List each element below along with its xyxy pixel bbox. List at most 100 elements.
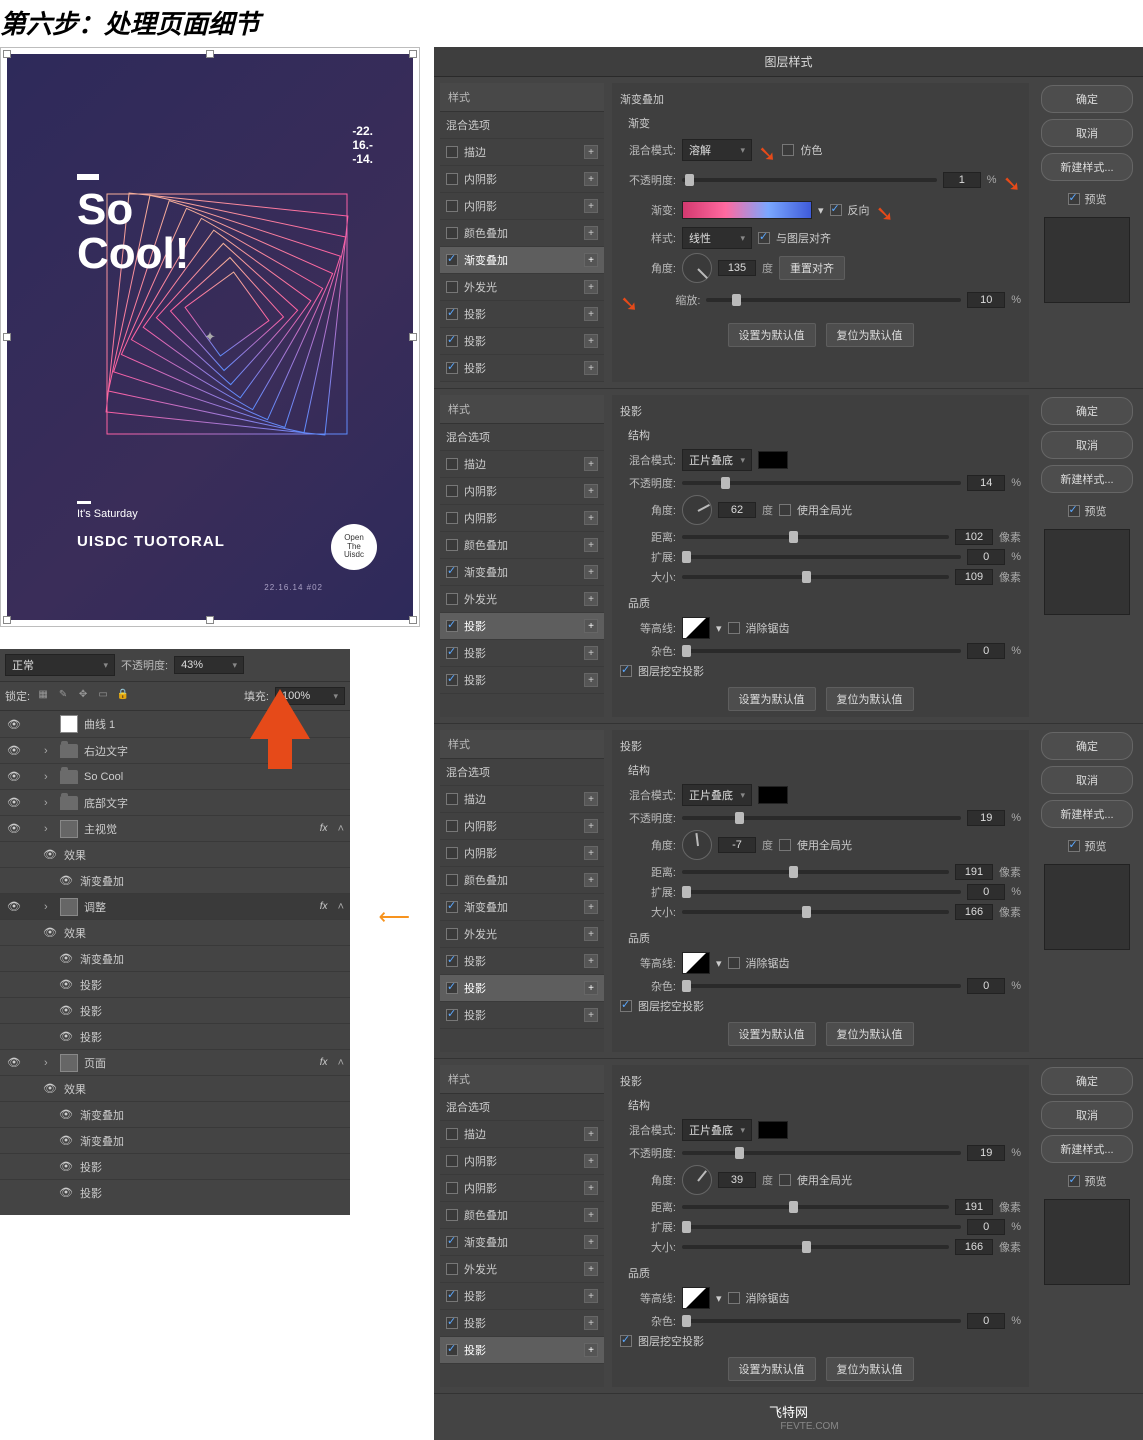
scale-slider[interactable]: [706, 298, 961, 302]
spread-input[interactable]: 0: [967, 549, 1005, 565]
style-checkbox[interactable]: [446, 1155, 458, 1167]
style-checkbox[interactable]: [446, 1009, 458, 1021]
style-checkbox[interactable]: [446, 620, 458, 632]
layer-fx-item[interactable]: 👁投影: [0, 1023, 350, 1049]
style-item[interactable]: 颜色叠加 +: [440, 867, 604, 894]
set-default-button[interactable]: 设置为默认值: [728, 1022, 816, 1046]
style-item[interactable]: 描边 +: [440, 451, 604, 478]
cancel-button[interactable]: 取消: [1041, 766, 1133, 794]
layer-fx-row[interactable]: 👁效果: [0, 841, 350, 867]
global-light-checkbox[interactable]: [779, 839, 791, 851]
set-default-button[interactable]: 设置为默认值: [728, 323, 816, 347]
layer-fx-item[interactable]: 👁渐变叠加: [0, 867, 350, 893]
style-checkbox[interactable]: [446, 847, 458, 859]
add-effect-icon[interactable]: +: [584, 981, 598, 995]
visibility-icon[interactable]: 👁: [42, 848, 58, 861]
visibility-icon[interactable]: 👁: [6, 770, 22, 783]
style-item[interactable]: 渐变叠加 +: [440, 1229, 604, 1256]
new-style-button[interactable]: 新建样式...: [1041, 153, 1133, 181]
scale-input[interactable]: 10: [967, 292, 1005, 308]
add-effect-icon[interactable]: +: [584, 145, 598, 159]
size-slider[interactable]: [682, 575, 949, 579]
style-item[interactable]: 外发光 +: [440, 274, 604, 301]
size-input[interactable]: 166: [955, 1239, 993, 1255]
add-effect-icon[interactable]: +: [584, 1208, 598, 1222]
style-checkbox[interactable]: [446, 308, 458, 320]
style-item[interactable]: 颜色叠加 +: [440, 220, 604, 247]
visibility-icon[interactable]: 👁: [6, 744, 22, 757]
antialias-checkbox[interactable]: [728, 622, 740, 634]
reverse-checkbox[interactable]: [830, 204, 842, 216]
style-checkbox[interactable]: [446, 1290, 458, 1302]
new-style-button[interactable]: 新建样式...: [1041, 1135, 1133, 1163]
style-checkbox[interactable]: [446, 1344, 458, 1356]
ok-button[interactable]: 确定: [1041, 397, 1133, 425]
noise-slider[interactable]: [682, 1319, 961, 1323]
preview-checkbox[interactable]: [1068, 1175, 1080, 1187]
preview-checkbox[interactable]: [1068, 840, 1080, 852]
transform-handle[interactable]: [409, 50, 417, 58]
transform-handle[interactable]: [3, 50, 11, 58]
add-effect-icon[interactable]: +: [584, 1289, 598, 1303]
new-style-button[interactable]: 新建样式...: [1041, 800, 1133, 828]
style-checkbox[interactable]: [446, 820, 458, 832]
angle-dial[interactable]: [682, 1165, 712, 1195]
cancel-button[interactable]: 取消: [1041, 119, 1133, 147]
style-checkbox[interactable]: [446, 1317, 458, 1329]
angle-dial[interactable]: [682, 830, 712, 860]
add-effect-icon[interactable]: +: [584, 792, 598, 806]
opacity-input[interactable]: 1: [943, 172, 981, 188]
opacity-slider[interactable]: [682, 1151, 961, 1155]
add-effect-icon[interactable]: +: [584, 1343, 598, 1357]
visibility-icon[interactable]: 👁: [58, 1186, 74, 1199]
layer-fx-item[interactable]: 👁投影: [0, 971, 350, 997]
visibility-icon[interactable]: 👁: [6, 796, 22, 809]
style-checkbox[interactable]: [446, 647, 458, 659]
contour-picker[interactable]: [682, 1287, 710, 1309]
style-checkbox[interactable]: [446, 955, 458, 967]
distance-slider[interactable]: [682, 1205, 949, 1209]
antialias-checkbox[interactable]: [728, 957, 740, 969]
visibility-icon[interactable]: 👁: [58, 1160, 74, 1173]
add-effect-icon[interactable]: +: [584, 673, 598, 687]
style-item[interactable]: 内阴影 +: [440, 840, 604, 867]
ok-button[interactable]: 确定: [1041, 1067, 1133, 1095]
distance-slider[interactable]: [682, 870, 949, 874]
add-effect-icon[interactable]: +: [584, 873, 598, 887]
chevron-icon[interactable]: ›: [44, 1057, 54, 1069]
visibility-icon[interactable]: 👁: [58, 978, 74, 991]
style-item[interactable]: 渐变叠加 +: [440, 559, 604, 586]
size-slider[interactable]: [682, 910, 949, 914]
spread-input[interactable]: 0: [967, 1219, 1005, 1235]
style-item[interactable]: 内阴影 +: [440, 813, 604, 840]
dither-checkbox[interactable]: [782, 144, 794, 156]
style-checkbox[interactable]: [446, 874, 458, 886]
layer-row[interactable]: 👁 › 底部文字: [0, 789, 350, 815]
reset-align-button[interactable]: 重置对齐: [779, 256, 845, 280]
style-item[interactable]: 渐变叠加 +: [440, 894, 604, 921]
layer-fx-item[interactable]: 👁投影: [0, 1179, 350, 1205]
antialias-checkbox[interactable]: [728, 1292, 740, 1304]
style-checkbox[interactable]: [446, 793, 458, 805]
opacity-input[interactable]: 14: [967, 475, 1005, 491]
gradient-style-select[interactable]: 线性▾: [682, 227, 752, 249]
add-effect-icon[interactable]: +: [584, 1316, 598, 1330]
add-effect-icon[interactable]: +: [584, 819, 598, 833]
fx-indicator[interactable]: fx: [320, 901, 328, 912]
layer-fx-item[interactable]: 👁渐变叠加: [0, 1127, 350, 1153]
style-item[interactable]: 描边 +: [440, 139, 604, 166]
style-checkbox[interactable]: [446, 512, 458, 524]
distance-slider[interactable]: [682, 535, 949, 539]
color-swatch[interactable]: [758, 786, 788, 804]
style-item[interactable]: 颜色叠加 +: [440, 1202, 604, 1229]
style-item[interactable]: 投影 +: [440, 667, 604, 694]
chevron-icon[interactable]: ›: [44, 901, 54, 913]
add-effect-icon[interactable]: +: [584, 900, 598, 914]
angle-input[interactable]: 39: [718, 1172, 756, 1188]
add-effect-icon[interactable]: +: [584, 646, 598, 660]
spread-slider[interactable]: [682, 890, 961, 894]
align-checkbox[interactable]: [758, 232, 770, 244]
layer-fx-item[interactable]: 👁投影: [0, 997, 350, 1023]
layer-fx-item[interactable]: 👁投影: [0, 1153, 350, 1179]
blend-options-item[interactable]: 混合选项: [440, 424, 604, 451]
